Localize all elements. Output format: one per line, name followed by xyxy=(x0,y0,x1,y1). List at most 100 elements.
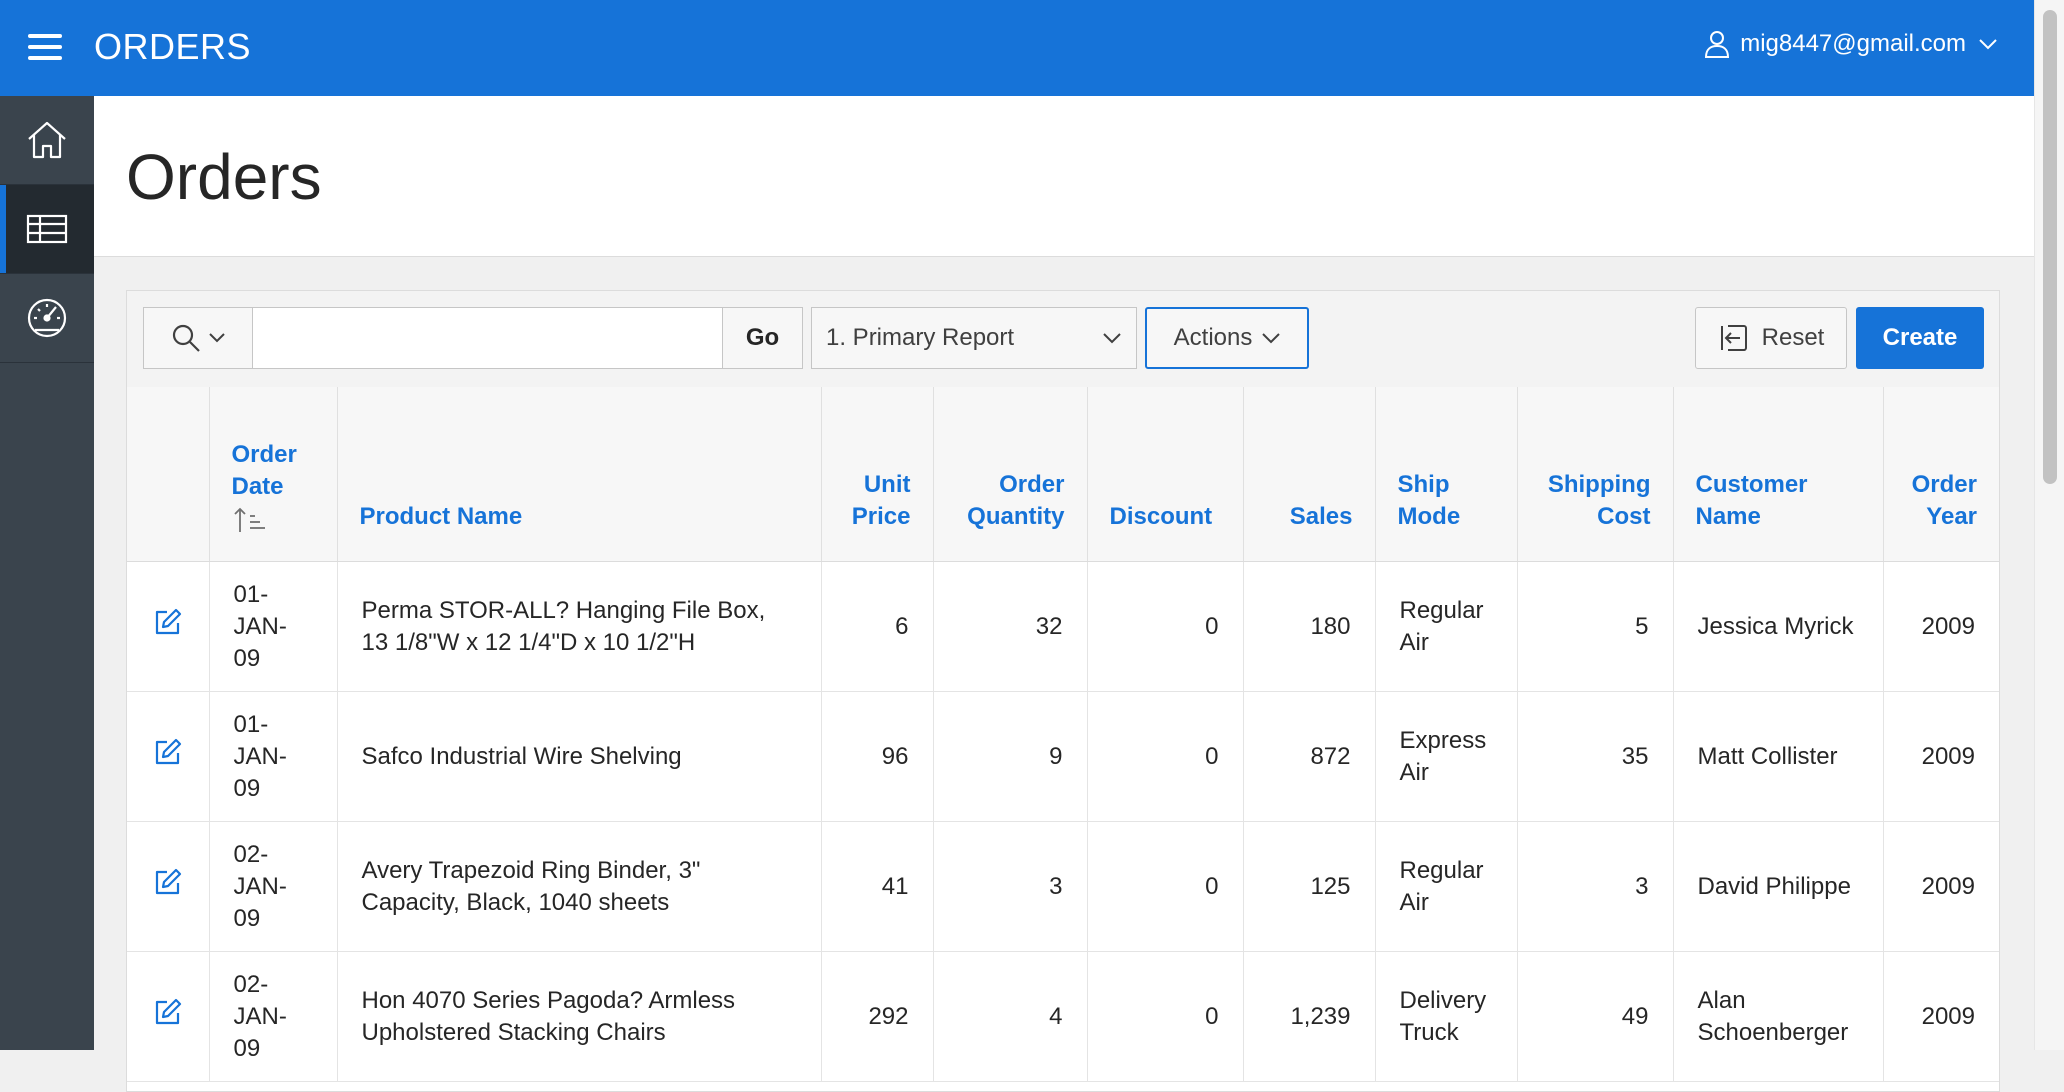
edit-pencil-icon xyxy=(155,608,181,635)
cell-customer-name: Jessica Myrick xyxy=(1673,561,1884,692)
actions-menu-button[interactable]: Actions xyxy=(1145,307,1309,369)
cell-product-name: Safco Industrial Wire Shelving xyxy=(337,691,822,822)
reset-label: Reset xyxy=(1761,324,1825,351)
cell-order-date: 01-JAN-09 xyxy=(209,691,338,822)
page-scrollbar[interactable] xyxy=(2034,0,2064,1050)
sidebar-item-home[interactable] xyxy=(0,96,94,185)
report-select[interactable]: 1. Primary Report xyxy=(811,307,1137,369)
user-menu[interactable]: mig8447@gmail.com xyxy=(1704,30,1998,58)
page-title: Orders xyxy=(126,141,322,213)
app-header: ORDERS mig8447@gmail.com xyxy=(0,0,2034,96)
cell-order-quantity: 9 xyxy=(933,691,1088,822)
app-title[interactable]: ORDERS xyxy=(94,26,251,68)
cell-unit-price: 96 xyxy=(821,691,934,822)
edit-row-link[interactable] xyxy=(153,607,183,646)
cell-order-year: 2009 xyxy=(1883,691,1999,822)
edit-row-link[interactable] xyxy=(153,737,183,776)
sidebar-item-orders[interactable] xyxy=(0,185,94,274)
title-region: Orders xyxy=(94,96,2034,257)
cell-order-quantity: 3 xyxy=(933,821,1088,952)
column-header-order-year[interactable]: Order Year xyxy=(1883,387,1999,562)
cell-sales: 125 xyxy=(1243,821,1376,952)
column-header-product-name[interactable]: Product Name xyxy=(337,387,822,562)
hamburger-menu-icon[interactable] xyxy=(28,34,62,60)
cell-discount: 0 xyxy=(1087,561,1244,692)
table-row: 01-JAN-09 Perma STOR-ALL? Hanging File B… xyxy=(127,561,1999,692)
cell-order-quantity: 4 xyxy=(933,951,1088,1082)
cell-unit-price: 41 xyxy=(821,821,934,952)
chevron-down-icon xyxy=(1262,332,1281,343)
column-header-discount[interactable]: Discount xyxy=(1087,387,1244,562)
edit-pencil-icon xyxy=(155,998,181,1025)
column-header-customer-name[interactable]: Customer Name xyxy=(1673,387,1884,562)
main-content: Orders Go 1. Primary Report Actions Rese… xyxy=(94,96,2034,1092)
cell-customer-name: Alan Schoenberger xyxy=(1673,951,1884,1082)
edit-cell xyxy=(127,561,210,692)
table-icon xyxy=(26,214,68,244)
table-row: 02-JAN-09 Avery Trapezoid Ring Binder, 3… xyxy=(127,821,1999,952)
reset-button[interactable]: Reset xyxy=(1695,307,1847,369)
table-header-row: Order Date Product Name Unit Price Order… xyxy=(127,387,1999,562)
search-input[interactable] xyxy=(253,307,723,369)
sidebar-item-dashboard[interactable] xyxy=(0,274,94,363)
actions-label: Actions xyxy=(1173,324,1253,351)
go-button[interactable]: Go xyxy=(723,307,803,369)
cell-shipping-cost: 5 xyxy=(1517,561,1674,692)
orders-table: Order Date Product Name Unit Price Order… xyxy=(127,387,1999,1082)
cell-discount: 0 xyxy=(1087,691,1244,822)
cell-customer-name: Matt Collister xyxy=(1673,691,1884,822)
table-row: 02-JAN-09 Hon 4070 Series Pagoda? Armles… xyxy=(127,951,1999,1082)
scrollbar-thumb[interactable] xyxy=(2043,10,2057,484)
edit-row-link[interactable] xyxy=(153,997,183,1036)
report-select-value: 1. Primary Report xyxy=(826,324,1015,351)
reset-icon xyxy=(1720,325,1747,351)
cell-shipping-cost: 3 xyxy=(1517,821,1674,952)
edit-pencil-icon xyxy=(155,868,181,895)
column-header-edit xyxy=(127,387,210,562)
edit-cell xyxy=(127,951,210,1082)
edit-cell xyxy=(127,821,210,952)
column-header-order-date[interactable]: Order Date xyxy=(209,387,338,562)
search-group: Go xyxy=(143,307,803,369)
dashboard-gauge-icon xyxy=(27,298,67,338)
column-header-sales[interactable]: Sales xyxy=(1243,387,1376,562)
search-column-selector[interactable] xyxy=(143,307,253,369)
home-icon xyxy=(28,121,66,159)
cell-shipping-cost: 49 xyxy=(1517,951,1674,1082)
cell-order-date: 02-JAN-09 xyxy=(209,821,338,952)
column-label: Order Date xyxy=(231,441,297,500)
cell-ship-mode: Regular Air xyxy=(1375,821,1518,952)
sort-ascending-icon xyxy=(233,507,265,532)
cell-product-name: Avery Trapezoid Ring Binder, 3" Capacity… xyxy=(337,821,822,952)
column-header-ship-mode[interactable]: Ship Mode xyxy=(1375,387,1518,562)
chevron-down-icon xyxy=(1103,333,1121,344)
column-header-shipping-cost[interactable]: Shipping Cost xyxy=(1517,387,1674,562)
edit-row-link[interactable] xyxy=(153,867,183,906)
user-email: mig8447@gmail.com xyxy=(1740,30,1966,57)
create-button[interactable]: Create xyxy=(1856,307,1984,369)
cell-sales: 872 xyxy=(1243,691,1376,822)
cell-ship-mode: Delivery Truck xyxy=(1375,951,1518,1082)
cell-order-year: 2009 xyxy=(1883,951,1999,1082)
cell-unit-price: 6 xyxy=(821,561,934,692)
report-toolbar: Go 1. Primary Report Actions Reset Creat… xyxy=(127,291,1999,388)
cell-ship-mode: Regular Air xyxy=(1375,561,1518,692)
cell-product-name: Hon 4070 Series Pagoda? Armless Upholste… xyxy=(337,951,822,1082)
chevron-down-icon xyxy=(1979,39,1997,50)
cell-order-date: 01-JAN-09 xyxy=(209,561,338,692)
cell-order-year: 2009 xyxy=(1883,821,1999,952)
cell-order-date: 02-JAN-09 xyxy=(209,951,338,1082)
cell-unit-price: 292 xyxy=(821,951,934,1082)
cell-order-quantity: 32 xyxy=(933,561,1088,692)
cell-ship-mode: Express Air xyxy=(1375,691,1518,822)
column-header-unit-price[interactable]: Unit Price xyxy=(821,387,934,562)
interactive-report: Go 1. Primary Report Actions Reset Creat… xyxy=(126,290,2000,1092)
search-icon xyxy=(172,324,200,352)
table-row: 01-JAN-09 Safco Industrial Wire Shelving… xyxy=(127,691,1999,822)
cell-customer-name: David Philippe xyxy=(1673,821,1884,952)
column-header-order-quantity[interactable]: Order Quantity xyxy=(933,387,1088,562)
sidebar-nav xyxy=(0,96,94,1050)
cell-discount: 0 xyxy=(1087,821,1244,952)
cell-sales: 180 xyxy=(1243,561,1376,692)
user-icon xyxy=(1705,31,1730,58)
